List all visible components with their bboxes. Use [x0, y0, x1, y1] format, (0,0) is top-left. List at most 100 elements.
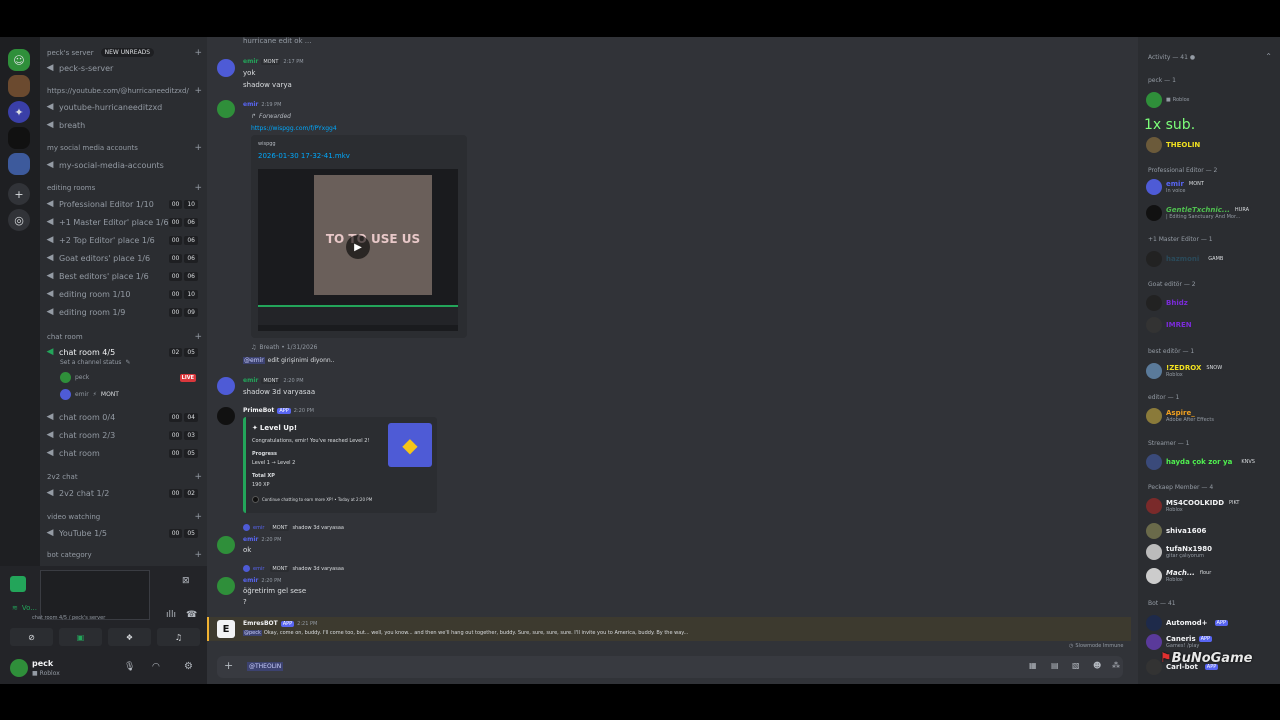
member-master[interactable]: hazmoni GAMB	[1146, 251, 1226, 267]
plus-icon[interactable]: +	[194, 48, 202, 58]
reply-reference[interactable]: emir MONT shadow 3d varyasaa	[243, 524, 344, 531]
plus-icon[interactable]: +	[194, 332, 202, 342]
channel-youtube[interactable]: ◀ youtube-hurricaneeditzxd	[45, 99, 202, 115]
noise-icon[interactable]: ıllı	[166, 610, 176, 620]
plus-icon[interactable]: +	[194, 183, 202, 193]
server-icon-3[interactable]	[8, 127, 30, 149]
channel-social[interactable]: ◀ my-social-media-accounts	[45, 157, 202, 173]
plus-icon[interactable]: +	[194, 86, 202, 96]
avatar[interactable]	[217, 59, 235, 77]
avatar[interactable]	[217, 100, 235, 118]
disconnect-icon[interactable]: ☎	[186, 610, 197, 620]
user-name[interactable]: peck	[32, 659, 53, 668]
attach-plus-icon[interactable]: +	[224, 659, 233, 672]
apps-icon[interactable]: ⁂	[1112, 661, 1120, 670]
category-video[interactable]: video watching +	[47, 512, 202, 522]
member-theolin[interactable]: THEOLIN	[1146, 137, 1200, 153]
category-chat[interactable]: chat room +	[47, 332, 202, 342]
mention[interactable]: @emir	[243, 357, 265, 364]
plus-icon[interactable]: +	[194, 512, 202, 522]
voice-channel[interactable]: ◀ chat room 2/3 00 03	[45, 427, 202, 443]
soundboard-button[interactable]: ♫	[157, 628, 200, 646]
plus-icon[interactable]: +	[194, 550, 202, 560]
server-name-header[interactable]: peck's server NEW UNREADS +	[47, 48, 202, 58]
member-aspire[interactable]: Aspire_ Adobe After Effects	[1146, 408, 1214, 424]
microphone-icon[interactable]: 🎙	[124, 662, 135, 672]
stream-preview[interactable]	[40, 570, 150, 620]
mention[interactable]: @peck	[243, 630, 262, 636]
member-automod[interactable]: Automod+ APP	[1146, 615, 1228, 631]
voice-channel[interactable]: ◀ Goat editors' place 1/6 00 06	[45, 250, 202, 266]
channel-peck-s-server[interactable]: ◀ peck-s-server	[45, 60, 202, 76]
headphones-icon[interactable]: ◠	[152, 662, 160, 672]
duck-thumbnail[interactable]: ◆	[388, 423, 432, 467]
category-youtube[interactable]: https://youtube.com/@hurricaneeditzxd/ +	[47, 86, 202, 96]
voice-channel[interactable]: ◀ +1 Master Editor' place 1/6 00 06	[45, 214, 202, 230]
category-social[interactable]: my social media accounts +	[47, 143, 202, 153]
embed-title[interactable]: 2026-01-30 17-32-41.mkv	[258, 152, 350, 160]
forward-origin[interactable]: ♫ Breath • 1/31/2026	[251, 344, 317, 351]
settings-gear-icon[interactable]: ⚙	[184, 661, 193, 672]
voice-channel[interactable]: ◀ 2v2 chat 1/2 00 02	[45, 485, 202, 501]
message-author[interactable]: PrimeBot	[243, 407, 274, 414]
category-2v2[interactable]: 2v2 chat +	[47, 472, 202, 482]
message-author[interactable]: emir	[243, 536, 258, 543]
member-emir[interactable]: emir MONT In voice	[1146, 179, 1206, 195]
member-mach[interactable]: Mach... flour Roblox	[1146, 568, 1214, 584]
member-shiva[interactable]: shiva1606	[1146, 523, 1206, 539]
member-caneris[interactable]: Caneris APP Games! /play	[1146, 634, 1213, 650]
avatar[interactable]	[10, 659, 28, 677]
member-goat1[interactable]: Bhidz	[1146, 295, 1188, 311]
message-author[interactable]: emir	[243, 58, 258, 65]
reply-reference[interactable]: emir MONT shadow 3d varyasaa	[243, 565, 344, 572]
member-ms4coolkidd[interactable]: MS4COOLKIDD PIKT Roblox	[1146, 498, 1242, 514]
category-bot[interactable]: bot category +	[47, 550, 202, 560]
activities-button[interactable]: ❖	[108, 628, 151, 646]
member-zedrox[interactable]: !ZEDROX SNOW Roblox	[1146, 363, 1225, 379]
activity-header[interactable]: Activity — 41 ●	[1148, 54, 1195, 61]
screen-share-button[interactable]: ▣	[59, 628, 102, 646]
member-streamer[interactable]: hayda çok zor ya KNVS	[1146, 454, 1257, 470]
message-author[interactable]: EmresBOT	[243, 620, 278, 627]
server-icon-4[interactable]	[8, 153, 30, 175]
voice-user-emir[interactable]: emir ⚡ MONT	[60, 389, 119, 400]
forwarded-link[interactable]: https://wispgg.com/f/PYxgg4	[251, 125, 337, 132]
bot-avatar-e-icon[interactable]: E	[217, 620, 235, 638]
message-author[interactable]: emir	[243, 577, 258, 584]
server-icon-hulk[interactable]: ☺	[8, 49, 30, 71]
voice-user-peck[interactable]: peck LIVE	[60, 372, 202, 383]
add-server-icon[interactable]: +	[8, 183, 30, 205]
voice-channel[interactable]: ◀ editing room 1/10 00 10	[45, 286, 202, 302]
voice-channel[interactable]: ◀ chat room 00 05	[45, 445, 202, 461]
server-icon-2[interactable]: ✦	[8, 101, 30, 123]
voice-channel[interactable]: ◀ Best editors' place 1/6 00 06	[45, 268, 202, 284]
member-tufanx[interactable]: tufaNx1980 gitar çalıyorum	[1146, 544, 1212, 560]
channel-status[interactable]: Set a channel status ✎	[60, 359, 130, 366]
video-player[interactable]: TO TO USE US ▶	[258, 169, 458, 331]
new-unreads-badge[interactable]: NEW UNREADS	[100, 48, 155, 57]
plus-icon[interactable]: +	[194, 472, 202, 482]
member-goat2[interactable]: IMREN	[1146, 317, 1192, 333]
voice-channel[interactable]: ◀ chat room 0/4 00 04	[45, 409, 202, 425]
voice-channel[interactable]: ◀ +2 Top Editor' place 1/6 00 06	[45, 232, 202, 248]
avatar[interactable]	[217, 377, 235, 395]
explore-icon[interactable]: ◎	[8, 209, 30, 231]
emoji-icon[interactable]: ☻	[1093, 661, 1101, 670]
avatar[interactable]	[217, 536, 235, 554]
gif-icon[interactable]: ▤	[1051, 661, 1059, 670]
channel-breath[interactable]: ◀ breath	[45, 117, 202, 133]
message-author[interactable]: emir	[243, 101, 258, 108]
voice-channel[interactable]: ◀ YouTube 1/5 00 05	[45, 525, 202, 541]
camera-off-button[interactable]: ⊘	[10, 628, 53, 646]
voice-channel[interactable]: ◀ Professional Editor 1/10 00 10	[45, 196, 202, 212]
voice-channel-sub[interactable]: chat room 4/5 / peck's server	[32, 615, 105, 621]
voice-channel[interactable]: ◀ editing room 1/9 00 09	[45, 304, 202, 320]
play-icon[interactable]: ▶	[346, 235, 370, 259]
message-author[interactable]: emir	[243, 377, 258, 384]
close-preview-icon[interactable]: ⊠	[182, 576, 190, 586]
category-editing[interactable]: editing rooms +	[47, 183, 202, 193]
member-gentletechnic[interactable]: GentleTxchnic... HURA | Editing Sanctuary …	[1146, 205, 1252, 221]
collapse-chevron-icon[interactable]: ⌃	[1265, 52, 1272, 61]
member-peck[interactable]: ■ Roblox	[1146, 92, 1189, 108]
gift-icon[interactable]: ▦	[1029, 661, 1037, 670]
